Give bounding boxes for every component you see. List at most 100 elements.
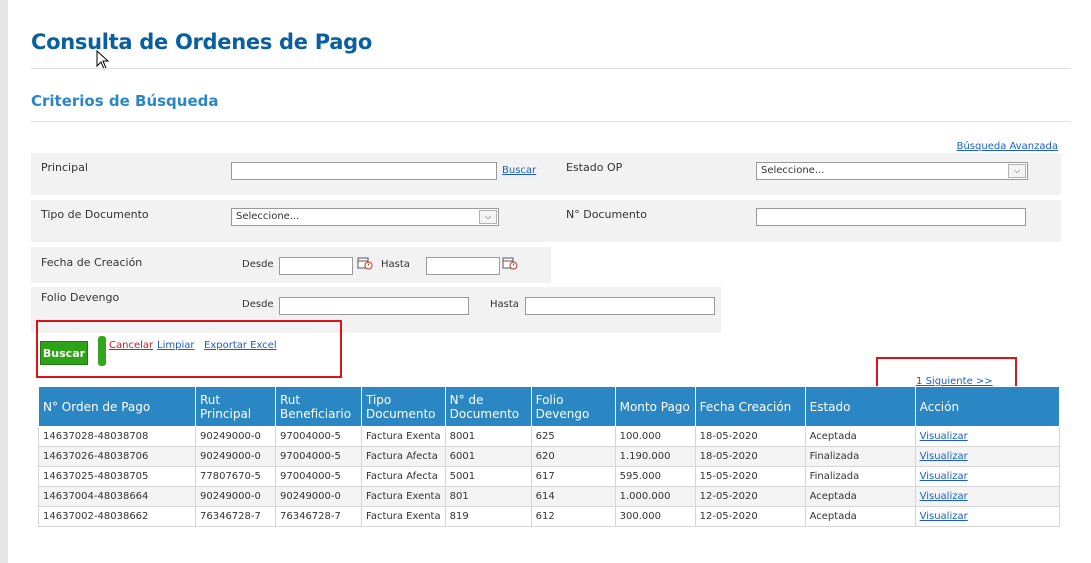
table-cell: 614	[530, 486, 616, 507]
folio-hasta-input[interactable]	[525, 297, 715, 315]
visualizar-link[interactable]: Visualizar	[920, 491, 968, 502]
column-header[interactable]: Estado	[804, 386, 916, 427]
chevron-down-icon: ⌵	[479, 210, 497, 224]
table-cell: Finalizada	[804, 446, 916, 467]
mouse-cursor-icon	[96, 50, 110, 70]
results-table: N° Orden de Pago Rut Principal Rut Benef…	[38, 386, 1061, 527]
fecha-hasta-input[interactable]	[426, 257, 500, 275]
table-cell: Aceptada	[804, 506, 916, 527]
folio-devengo-label: Folio Devengo	[41, 291, 120, 304]
table-cell: Aceptada	[804, 486, 916, 507]
table-cell: 801	[444, 486, 532, 507]
table-row: 14637025-48038705 77807670-5 97004000-5 …	[38, 466, 1061, 487]
n-documento-label: N° Documento	[566, 208, 647, 221]
table-cell: 14637002-48038662	[38, 506, 196, 527]
column-header[interactable]: Monto Pago	[614, 386, 696, 427]
table-cell: 6001	[444, 446, 532, 467]
visualizar-link[interactable]: Visualizar	[920, 511, 968, 522]
table-cell: 18-05-2020	[694, 426, 806, 447]
table-cell: 90249000-0	[195, 486, 276, 507]
column-header: Acción	[914, 386, 1061, 427]
table-cell: Visualizar	[914, 506, 1061, 527]
chevron-down-icon: ⌵	[1008, 164, 1026, 178]
folio-hasta-label: Hasta	[490, 299, 519, 310]
calendar-icon[interactable]	[502, 256, 518, 270]
table-cell: Factura Afecta	[361, 446, 446, 467]
advanced-search-link[interactable]: Búsqueda Avanzada	[957, 141, 1058, 152]
form-row-principal: Principal Buscar Estado OP Seleccione...…	[31, 153, 1061, 195]
visualizar-link[interactable]: Visualizar	[920, 431, 968, 442]
table-cell: 97004000-5	[275, 446, 362, 467]
left-edge-bar	[0, 0, 8, 563]
form-row-tipo-documento: Tipo de Documento Seleccione... ⌵ N° Doc…	[31, 200, 1061, 242]
table-cell: Factura Exenta	[361, 486, 446, 507]
table-cell: 90249000-0	[195, 426, 276, 447]
table-cell: 97004000-5	[275, 466, 362, 487]
table-cell: 15-05-2020	[694, 466, 806, 487]
calendar-icon[interactable]	[357, 256, 373, 270]
table-header-row: N° Orden de Pago Rut Principal Rut Benef…	[38, 386, 1061, 427]
table-cell: 620	[530, 446, 616, 467]
limpiar-link[interactable]: Limpiar	[157, 340, 194, 351]
column-header[interactable]: Folio Devengo	[530, 386, 616, 427]
visualizar-link[interactable]: Visualizar	[920, 471, 968, 482]
table-cell: 90249000-0	[275, 486, 362, 507]
table-cell: 5001	[444, 466, 532, 487]
table-cell: Finalizada	[804, 466, 916, 487]
page-title: Consulta de Ordenes de Pago	[31, 30, 372, 54]
table-cell: Visualizar	[914, 486, 1061, 507]
estado-op-selected: Seleccione...	[761, 165, 825, 176]
section-divider	[31, 121, 1071, 122]
form-row-fecha-creacion: Fecha de Creación Desde Hasta	[31, 247, 551, 283]
table-cell: 625	[530, 426, 616, 447]
visualizar-link[interactable]: Visualizar	[920, 451, 968, 462]
column-header[interactable]: N° de Documento	[444, 386, 532, 427]
table-cell: 1.000.000	[614, 486, 696, 507]
estado-op-select[interactable]: Seleccione... ⌵	[756, 162, 1028, 180]
table-cell: 100.000	[614, 426, 696, 447]
table-cell: 14637026-48038706	[38, 446, 196, 467]
table-cell: 76346728-7	[195, 506, 276, 527]
folio-desde-input[interactable]	[279, 297, 469, 315]
tipo-documento-select[interactable]: Seleccione... ⌵	[231, 208, 499, 226]
table-cell: Factura Exenta	[361, 506, 446, 527]
table-cell: 1.190.000	[614, 446, 696, 467]
principal-search-link[interactable]: Buscar	[502, 165, 536, 176]
table-cell: 617	[530, 466, 616, 487]
column-header[interactable]: Fecha Creación	[694, 386, 806, 427]
cancelar-link[interactable]: Cancelar	[109, 340, 153, 351]
table-cell: 14637028-48038708	[38, 426, 196, 447]
folio-desde-label: Desde	[242, 299, 274, 310]
fecha-desde-input[interactable]	[279, 257, 353, 275]
column-header[interactable]: Rut Beneficiario	[275, 386, 362, 427]
table-cell: 8001	[444, 426, 532, 447]
fecha-hasta-label: Hasta	[381, 259, 410, 270]
table-row: 14637002-48038662 76346728-7 76346728-7 …	[38, 506, 1061, 527]
table-cell: 612	[530, 506, 616, 527]
table-cell: 12-05-2020	[694, 486, 806, 507]
table-cell: Aceptada	[804, 426, 916, 447]
table-cell: 90249000-0	[195, 446, 276, 467]
n-documento-input[interactable]	[756, 208, 1026, 226]
table-cell: Visualizar	[914, 466, 1061, 487]
exportar-excel-link[interactable]: Exportar Excel	[204, 340, 277, 351]
title-divider	[31, 68, 1071, 69]
column-header[interactable]: Tipo Documento	[361, 386, 446, 427]
principal-input[interactable]	[231, 162, 497, 180]
tipo-documento-label: Tipo de Documento	[41, 208, 149, 221]
fecha-creacion-label: Fecha de Creación	[41, 256, 143, 269]
table-row: 14637004-48038664 90249000-0 90249000-0 …	[38, 486, 1061, 507]
section-title: Criterios de Búsqueda	[31, 92, 219, 110]
estado-op-label: Estado OP	[566, 161, 623, 174]
table-cell: 300.000	[614, 506, 696, 527]
table-row: 14637026-48038706 90249000-0 97004000-5 …	[38, 446, 1061, 467]
column-header[interactable]: N° Orden de Pago	[38, 386, 196, 427]
table-cell: 97004000-5	[275, 426, 362, 447]
table-cell: Visualizar	[914, 446, 1061, 467]
table-cell: Visualizar	[914, 426, 1061, 447]
table-cell: 819	[444, 506, 532, 527]
column-header[interactable]: Rut Principal	[195, 386, 276, 427]
buscar-button[interactable]: Buscar	[40, 341, 88, 365]
table-cell: 12-05-2020	[694, 506, 806, 527]
fecha-desde-label: Desde	[242, 259, 274, 270]
